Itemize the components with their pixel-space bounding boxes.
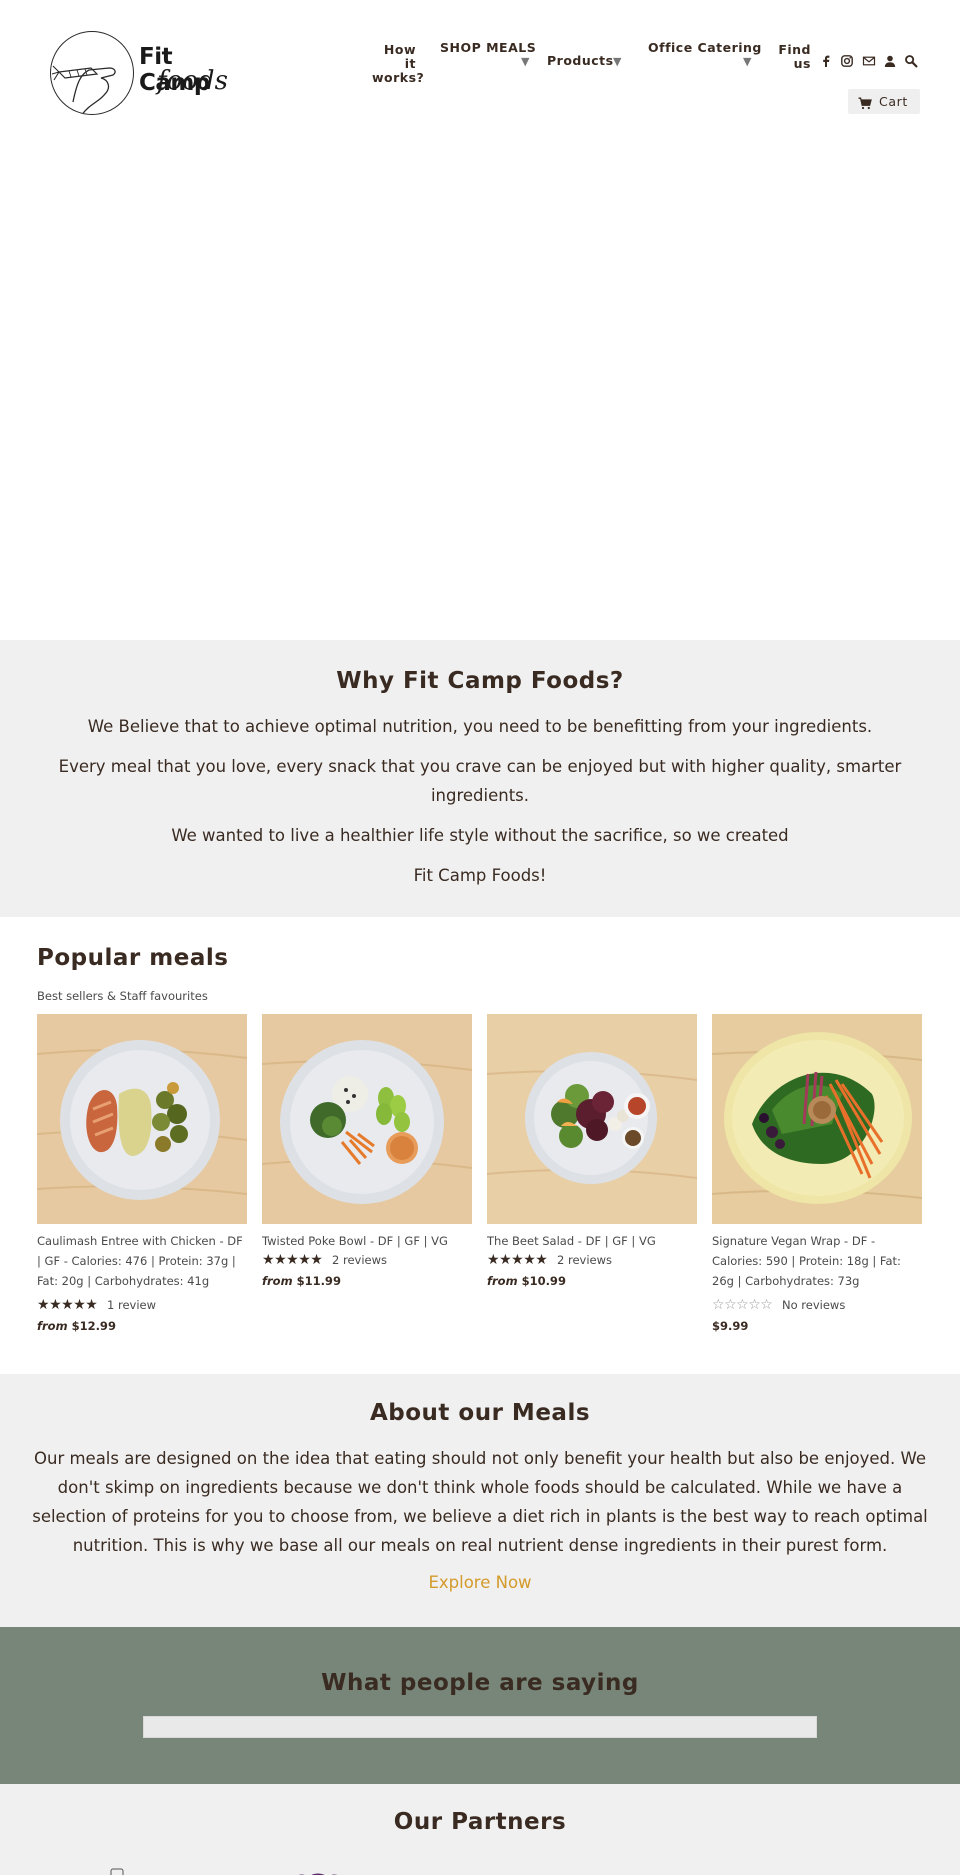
price-prefix: from (37, 1319, 68, 1333)
instagram-icon[interactable] (840, 53, 854, 67)
star-icon: ☆ (712, 1297, 725, 1313)
star-icon: ★ (310, 1252, 323, 1268)
rating-stars: ☆☆☆☆☆ (712, 1297, 773, 1313)
partners-section: Our Partners (0, 1784, 960, 1875)
star-icon: ☆ (736, 1297, 749, 1313)
logo-text-foods: foods (157, 66, 228, 96)
star-icon: ★ (262, 1252, 275, 1268)
star-icon: ★ (49, 1297, 62, 1313)
nav-products[interactable]: Products (547, 54, 614, 68)
logo-emblem (50, 31, 134, 115)
product-price: from $10.99 (487, 1274, 566, 1288)
why-paragraph-2: Every meal that you love, every snack th… (58, 757, 902, 805)
about-body: Our meals are designed on the idea that … (32, 1449, 928, 1555)
partner-logo (598, 1868, 628, 1875)
cart-button[interactable]: Cart (848, 89, 920, 114)
rating-stars: ★★★★★ (262, 1252, 323, 1268)
nav-office-catering[interactable]: Office Catering (648, 41, 762, 55)
star-icon: ★ (487, 1252, 500, 1268)
search-icon[interactable] (904, 53, 918, 68)
nav-find-us-line1: Find (778, 42, 811, 57)
product-image-poke-bowl[interactable] (262, 1014, 472, 1224)
review-count: No reviews (782, 1298, 846, 1312)
price-value: $11.99 (296, 1274, 341, 1288)
cart-label: Cart (879, 94, 908, 109)
star-icon: ☆ (724, 1297, 737, 1313)
office-catering-chevron-down-icon: ▼ (743, 55, 752, 68)
star-icon: ★ (523, 1252, 536, 1268)
star-icon: ★ (511, 1252, 524, 1268)
partner-logo (290, 1866, 346, 1875)
star-icon: ★ (298, 1252, 311, 1268)
price-value: $10.99 (521, 1274, 566, 1288)
nav-shop-meals[interactable]: SHOP MEALS (440, 41, 536, 55)
price-value: $9.99 (712, 1319, 749, 1333)
rating-stars: ★★★★★ (37, 1297, 98, 1313)
partner-logo (110, 1864, 124, 1875)
star-icon: ★ (85, 1297, 98, 1313)
product-price: from $11.99 (262, 1274, 341, 1288)
about-section: About our Meals Our meals are designed o… (0, 1374, 960, 1627)
mail-icon[interactable] (862, 53, 876, 67)
account-icon[interactable] (883, 53, 897, 67)
cart-icon (858, 95, 872, 110)
why-paragraph-1: We Believe that to achieve optimal nutri… (87, 717, 873, 736)
testimonials-title: What people are saying (321, 1670, 639, 1696)
why-section: Why Fit Camp Foods? We Believe that to a… (0, 640, 960, 917)
shop-meals-chevron-down-icon: ▼ (521, 55, 530, 68)
why-title: Why Fit Camp Foods? (336, 668, 624, 694)
product-title[interactable]: Twisted Poke Bowl - DF | GF | VG (262, 1231, 474, 1251)
product-image-beet-salad[interactable] (487, 1014, 697, 1224)
explore-now-link[interactable]: Explore Now (0, 1573, 960, 1592)
star-icon: ★ (499, 1252, 512, 1268)
nav-shop-meals-label: SHOP MEALS (440, 40, 537, 55)
star-icon: ★ (286, 1252, 299, 1268)
star-icon: ★ (61, 1297, 74, 1313)
review-count: 2 reviews (557, 1253, 612, 1267)
rating-stars: ★★★★★ (487, 1252, 548, 1268)
nav-how-it-works-line1: How it (383, 42, 416, 71)
nav-find-us[interactable]: Find us (772, 43, 811, 71)
product-price: from $12.99 (37, 1319, 116, 1333)
site-header: Fit Camp foods How it works? SHOP MEALS … (0, 0, 960, 130)
popular-meals-section: Popular meals Best sellers & Staff favou… (0, 917, 960, 1374)
price-prefix: from (487, 1274, 518, 1288)
popular-title: Popular meals (37, 945, 229, 971)
testimonials-widget (143, 1716, 817, 1738)
product-title[interactable]: The Beet Salad - DF | GF | VG (487, 1231, 699, 1251)
why-paragraph-4: Fit Camp Foods! (413, 866, 547, 885)
product-image-vegan-wrap[interactable] (712, 1014, 922, 1224)
products-chevron-down-icon: ▼ (613, 55, 622, 68)
why-paragraph-3: We wanted to live a healthier life style… (171, 826, 789, 845)
nav-how-it-works-line2: works? (372, 70, 425, 85)
testimonials-section: What people are saying (0, 1627, 960, 1784)
hero-area (0, 130, 960, 640)
price-value: $12.99 (71, 1319, 116, 1333)
product-title[interactable]: Signature Vegan Wrap - DF - Calories: 59… (712, 1231, 924, 1291)
review-count: 2 reviews (332, 1253, 387, 1267)
site-logo[interactable]: Fit Camp foods (50, 30, 250, 118)
star-icon: ★ (274, 1252, 287, 1268)
about-title: About our Meals (369, 1400, 591, 1426)
nav-products-label: Products (547, 53, 614, 68)
price-prefix: from (262, 1274, 293, 1288)
nav-find-us-line2: us (793, 56, 811, 71)
star-icon: ☆ (748, 1297, 761, 1313)
star-icon: ★ (37, 1297, 50, 1313)
product-title[interactable]: Caulimash Entree with Chicken - DF | GF … (37, 1231, 249, 1291)
star-icon: ★ (73, 1297, 86, 1313)
star-icon: ★ (535, 1252, 548, 1268)
review-count: 1 review (107, 1298, 157, 1312)
nav-office-catering-label: Office Catering (648, 40, 762, 55)
partners-title: Our Partners (393, 1809, 567, 1835)
product-price: $9.99 (712, 1319, 748, 1333)
product-image-caulimash[interactable] (37, 1014, 247, 1224)
popular-subtitle: Best sellers & Staff favourites (37, 989, 208, 1003)
nav-how-it-works[interactable]: How it works? (372, 42, 425, 85)
star-icon: ☆ (760, 1297, 773, 1313)
facebook-icon[interactable] (819, 53, 833, 67)
